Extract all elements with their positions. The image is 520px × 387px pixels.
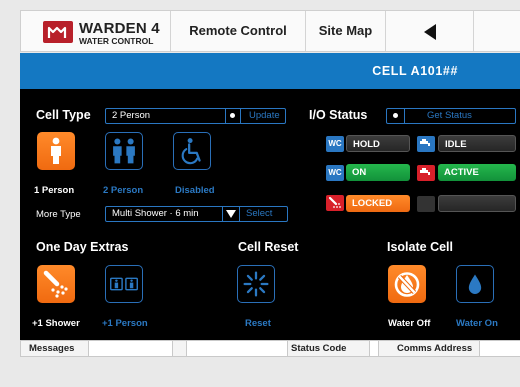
app-logo: WARDEN 4 WATER CONTROL — [21, 11, 171, 51]
cell-type-disabled-button[interactable] — [173, 132, 211, 170]
single-person-icon — [51, 137, 61, 164]
reset-label: Reset — [245, 318, 271, 329]
cell-header-bar: CELL A101## — [20, 53, 520, 89]
nav-extra-slot[interactable] — [474, 11, 520, 51]
cell-type-1-person-button[interactable] — [37, 132, 75, 170]
messages-field — [88, 340, 173, 357]
cell-type-disabled-label: Disabled — [175, 185, 215, 196]
reset-spinner-icon — [243, 271, 269, 297]
more-type-select[interactable]: Multi Shower · 6 min Select — [105, 206, 288, 222]
comms-address-field — [479, 340, 520, 357]
tap-icon — [417, 165, 435, 181]
shower-icon — [326, 195, 344, 211]
wc-hold-status: HOLD — [346, 135, 410, 152]
status-code-label: Status Code — [291, 343, 347, 354]
two-person-icon — [113, 138, 135, 164]
back-arrow-icon — [423, 23, 436, 40]
water-off-icon — [394, 272, 420, 297]
select-dot-icon — [230, 113, 235, 118]
status-code-value — [186, 340, 288, 357]
logo-title: WARDEN 4 — [79, 20, 160, 37]
cell-type-2-person-button[interactable] — [105, 132, 143, 170]
more-type-label: More Type — [36, 209, 81, 220]
status-bar: Messages Status Code Comms Address — [20, 340, 520, 357]
water-off-label: Water Off — [388, 318, 431, 329]
extra-person-button[interactable] — [105, 265, 143, 303]
tap-active-status: ACTIVE — [438, 164, 516, 181]
logo-subtitle: WATER CONTROL — [79, 36, 154, 46]
control-panel: Cell Type 2 Person Update 1 Person 2 Per… — [20, 89, 520, 340]
cell-type-selected: 2 Person — [112, 110, 151, 121]
wc-on-status: ON — [346, 164, 410, 181]
top-navigation-bar: WARDEN 4 WATER CONTROL Remote Control Si… — [20, 10, 520, 52]
update-button[interactable]: Update — [249, 110, 280, 121]
cell-type-2-person-label: 2 Person — [103, 185, 144, 196]
wc-tag-icon: WC — [326, 165, 344, 181]
cell-reset-label: Cell Reset — [238, 240, 299, 254]
warden-logo-icon — [43, 21, 73, 43]
tap-idle-status: IDLE — [438, 135, 516, 152]
empty-status-icon — [417, 196, 435, 212]
two-person-icon — [110, 277, 138, 291]
water-off-button[interactable] — [388, 265, 426, 303]
isolate-cell-label: Isolate Cell — [387, 240, 453, 254]
get-status-control[interactable]: Get Status — [386, 108, 516, 124]
shower-icon — [43, 270, 68, 298]
cell-type-1-person-label: 1 Person — [34, 185, 75, 196]
cell-type-label: Cell Type — [36, 108, 91, 122]
more-type-selected: Multi Shower · 6 min — [112, 208, 199, 219]
messages-label: Messages — [29, 343, 75, 354]
nav-site-map[interactable]: Site Map — [306, 11, 386, 51]
water-drop-icon — [468, 274, 482, 294]
shower-locked-status: LOCKED — [346, 195, 410, 212]
water-on-label: Water On — [456, 318, 498, 329]
wheelchair-icon — [181, 138, 201, 165]
io-status-label: I/O Status — [309, 108, 368, 122]
comms-address-label: Comms Address — [397, 343, 473, 354]
cell-type-select[interactable]: 2 Person Update — [105, 108, 286, 124]
status-dot-icon — [393, 113, 398, 118]
reset-button[interactable] — [237, 265, 275, 303]
empty-status — [438, 195, 516, 212]
extra-person-label: +1 Person — [102, 318, 148, 329]
back-button[interactable] — [386, 11, 474, 51]
select-button[interactable]: Select — [246, 208, 272, 219]
extra-shower-label: +1 Shower — [32, 318, 80, 329]
status-code-field — [369, 340, 379, 357]
extra-shower-button[interactable] — [37, 265, 75, 303]
nav-remote-control[interactable]: Remote Control — [171, 11, 306, 51]
water-on-button[interactable] — [456, 265, 494, 303]
tap-icon — [417, 136, 435, 152]
get-status-button[interactable]: Get Status — [427, 110, 472, 121]
one-day-extras-label: One Day Extras — [36, 240, 129, 254]
dropdown-arrow-icon — [226, 210, 236, 218]
wc-tag-icon: WC — [326, 136, 344, 152]
cell-title: CELL A101## — [372, 64, 458, 78]
